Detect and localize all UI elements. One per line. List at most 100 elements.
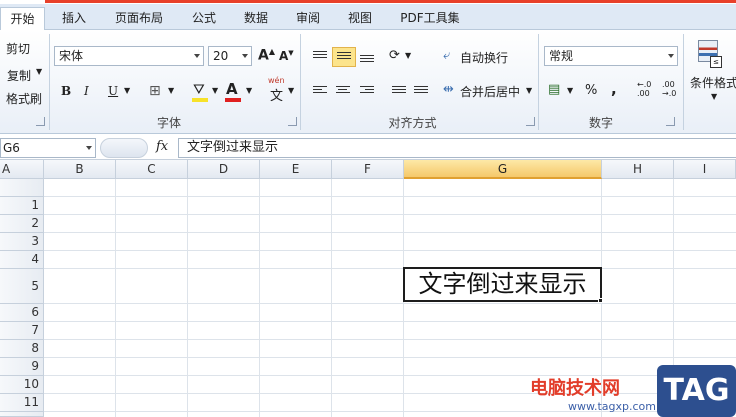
tab-pdf-tools[interactable]: PDF工具集 (390, 7, 470, 30)
align-top-icon[interactable] (313, 51, 327, 60)
gridline (44, 232, 736, 233)
tab-insert[interactable]: 插入 (52, 7, 96, 30)
percent-button[interactable]: % (585, 83, 597, 98)
font-size-select[interactable]: 20 (208, 46, 252, 66)
orientation-icon[interactable]: ⟳ (389, 48, 400, 63)
row-header[interactable] (0, 179, 44, 197)
font-name-select[interactable]: 宋体 (54, 46, 204, 66)
tab-formulas[interactable]: 公式 (182, 7, 226, 30)
column-header-c[interactable]: C (116, 160, 188, 179)
align-left-icon[interactable] (313, 86, 327, 95)
row-header[interactable]: 1 (0, 197, 44, 215)
column-header-d[interactable]: D (188, 160, 260, 179)
underline-button[interactable]: U (108, 84, 118, 98)
gridline (44, 339, 736, 340)
align-middle-button[interactable] (332, 47, 356, 67)
fill-handle[interactable] (598, 298, 603, 303)
bold-button[interactable]: B (61, 84, 71, 98)
row-header[interactable]: 10 (0, 376, 44, 394)
number-group-label: 数字 (588, 116, 613, 130)
row-header[interactable]: 9 (0, 358, 44, 376)
gridline (44, 303, 736, 304)
row-header[interactable]: 5 (0, 269, 44, 304)
number-format-value: 常规 (549, 49, 574, 63)
wrap-text-icon[interactable]: ⤶ (443, 48, 450, 63)
formula-bar-splitter[interactable] (100, 138, 148, 158)
formula-input[interactable]: 文字倒过来显示 (178, 138, 736, 158)
chevron-down-icon (86, 146, 92, 150)
chevron-down-icon[interactable]: ▼ (168, 86, 174, 95)
row-header[interactable]: 11 (0, 394, 44, 412)
decrease-indent-icon[interactable] (392, 86, 406, 95)
worksheet-grid[interactable]: A B C D E F G H I 1 2 3 4 5 6 7 8 9 10 1… (0, 160, 736, 417)
row-header[interactable]: 2 (0, 215, 44, 233)
wrap-text-button[interactable]: 自动换行 (460, 49, 508, 66)
font-launcher-icon[interactable] (288, 117, 297, 126)
italic-button[interactable]: I (84, 84, 89, 98)
cell-g5[interactable]: 文字倒过来显示 (403, 267, 602, 302)
format-painter-button[interactable]: 格式刷 (6, 90, 42, 107)
chevron-down-icon[interactable]: ▼ (567, 86, 573, 95)
column-header-a[interactable]: A (0, 160, 44, 179)
increase-indent-icon[interactable] (414, 86, 428, 95)
number-launcher-icon[interactable] (666, 117, 675, 126)
tab-view[interactable]: 视图 (338, 7, 382, 30)
copy-button[interactable]: 复制 ▼ (0, 64, 48, 84)
group-separator (538, 34, 539, 130)
grow-font-icon[interactable]: A▲ (258, 47, 275, 64)
tab-page-layout[interactable]: 页面布局 (104, 7, 174, 30)
group-separator (49, 34, 50, 130)
column-header-h[interactable]: H (602, 160, 674, 179)
align-center-icon[interactable] (336, 86, 350, 95)
borders-icon[interactable]: ⊞ (149, 83, 161, 99)
title-accent-red (45, 0, 736, 3)
row-header[interactable]: 6 (0, 304, 44, 322)
row-header[interactable]: 8 (0, 340, 44, 358)
fill-color-swatch (192, 98, 208, 102)
chevron-down-icon[interactable]: ▼ (212, 86, 218, 95)
chevron-down-icon[interactable]: ▼ (288, 86, 294, 95)
tab-review[interactable]: 审阅 (286, 7, 330, 30)
font-size-value: 20 (213, 49, 229, 63)
decrease-decimal-button[interactable]: .00 →.0 (662, 80, 676, 98)
comma-style-button[interactable]: , (611, 80, 617, 98)
row-header[interactable] (0, 412, 44, 417)
conditional-formatting-icon[interactable]: ≤ (698, 40, 724, 70)
font-color-icon[interactable]: A (226, 80, 238, 98)
chevron-down-icon[interactable]: ▼ (526, 86, 532, 95)
ribbon-tabs: 开始 插入 页面布局 公式 数据 审阅 视图 PDF工具集 (0, 4, 736, 30)
column-header-g[interactable]: G (404, 160, 602, 179)
chevron-down-icon[interactable]: ▼ (711, 92, 717, 101)
increase-decimal-button[interactable]: ←.0 .00 (637, 80, 651, 98)
accounting-format-icon[interactable]: ▤ (548, 82, 560, 97)
chevron-down-icon[interactable]: ▼ (246, 86, 252, 95)
insert-function-button[interactable]: fx (156, 139, 168, 154)
align-right-icon[interactable] (360, 86, 374, 95)
number-format-select[interactable]: 常规 (544, 46, 678, 66)
row-header[interactable]: 3 (0, 233, 44, 251)
tab-home[interactable]: 开始 (0, 7, 45, 30)
chevron-down-icon[interactable]: ▼ (124, 86, 130, 95)
fill-color-icon[interactable]: ⛛ (193, 82, 205, 98)
column-header-f[interactable]: F (332, 160, 404, 179)
row-header[interactable]: 4 (0, 251, 44, 269)
column-header-i[interactable]: I (674, 160, 736, 179)
watermark-text: 电脑技术网 (530, 378, 620, 399)
alignment-launcher-icon[interactable] (526, 117, 535, 126)
row-header[interactable]: 7 (0, 322, 44, 340)
gridline (44, 214, 736, 215)
merge-center-button[interactable]: 合并后居中 (460, 83, 520, 100)
name-box[interactable]: G6 (0, 138, 96, 158)
cut-button[interactable]: 剪切 (6, 40, 30, 57)
tab-data[interactable]: 数据 (234, 7, 278, 30)
phonetic-guide-icon[interactable]: 文 (270, 85, 283, 104)
font-name-value: 宋体 (59, 49, 84, 63)
column-header-e[interactable]: E (260, 160, 332, 179)
merge-center-icon[interactable]: ⇹ (443, 82, 454, 97)
shrink-font-icon[interactable]: A▼ (279, 49, 294, 63)
column-header-b[interactable]: B (44, 160, 116, 179)
chevron-down-icon[interactable]: ▼ (405, 51, 411, 60)
align-bottom-icon[interactable] (360, 55, 374, 64)
clipboard-launcher-icon[interactable] (36, 117, 45, 126)
conditional-formatting-button[interactable]: 条件格式 (690, 74, 736, 91)
